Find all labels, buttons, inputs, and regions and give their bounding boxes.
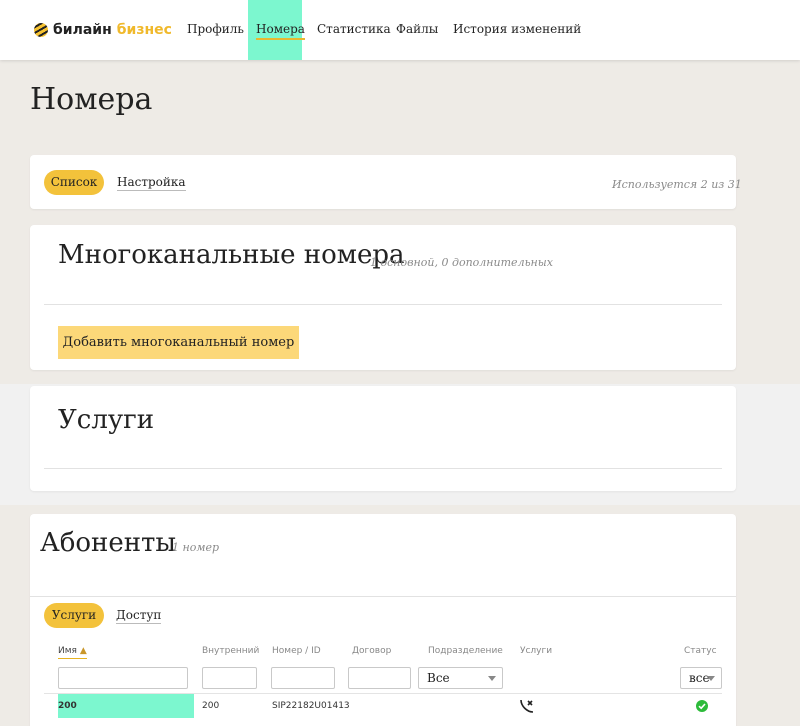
column-header-internal[interactable]: Внутренний (202, 646, 259, 656)
multichannel-title: Многоканальные номера (58, 240, 405, 270)
row-internal: 200 (202, 701, 220, 711)
status-active-icon (696, 697, 708, 716)
column-header-number-id[interactable]: Номер / ID (272, 646, 321, 656)
tab-access[interactable]: Доступ (116, 608, 162, 624)
nav-files[interactable]: Файлы (396, 0, 438, 60)
column-header-division[interactable]: Подразделение (428, 646, 503, 656)
usage-counter: Используется 2 из 31 (612, 178, 742, 191)
column-header-contract[interactable]: Договор (352, 646, 391, 656)
subscribers-subtitle: 1 номер (172, 541, 220, 554)
row-name-highlight (58, 694, 194, 718)
call-forwarding-icon[interactable] (519, 698, 535, 718)
name-filter-input[interactable] (58, 667, 188, 689)
column-header-name[interactable]: Имя ▲ (58, 646, 87, 659)
row-name-link[interactable]: 200 (58, 701, 77, 711)
subscribers-title: Абоненты (40, 528, 177, 558)
top-navigation-bar: билайн бизнес Профиль Номера Статистика … (0, 0, 800, 60)
division-filter-select[interactable]: Все (418, 667, 503, 689)
logo-text-beeline: билайн (53, 22, 112, 38)
services-card (30, 386, 736, 491)
row-number-id: SIP22182U01413 (272, 701, 350, 711)
number-filter-input[interactable] (271, 667, 335, 689)
beeline-ball-icon (34, 23, 48, 37)
column-header-services: Услуги (520, 646, 553, 656)
nav-profile[interactable]: Профиль (187, 0, 244, 60)
column-header-status[interactable]: Статус (684, 646, 717, 656)
status-filter-select[interactable]: все (680, 667, 722, 689)
tab-settings[interactable]: Настройка (117, 175, 186, 191)
beeline-business-logo[interactable]: билайн бизнес (34, 20, 172, 40)
page-title: Номера (30, 82, 153, 117)
chevron-down-icon (707, 676, 715, 681)
services-title: Услуги (58, 405, 155, 435)
sort-up-icon: ▲ (79, 646, 87, 656)
division-selected-value: Все (427, 671, 450, 685)
nav-numbers[interactable]: Номера (248, 0, 305, 60)
nav-statistics[interactable]: Статистика (317, 0, 391, 60)
divider (44, 304, 722, 305)
chevron-down-icon (488, 676, 496, 681)
tab-list[interactable]: Список (44, 170, 104, 195)
logo-text-business: бизнес (116, 22, 172, 38)
multichannel-subtitle: 1 основной, 0 дополнительных (370, 256, 553, 269)
tab-services[interactable]: Услуги (44, 603, 104, 628)
add-multichannel-number-button[interactable]: Добавить многоканальный номер (58, 326, 299, 359)
contract-filter-input[interactable] (348, 667, 411, 689)
divider (30, 596, 736, 597)
internal-filter-input[interactable] (202, 667, 257, 689)
nav-change-history[interactable]: История изменений (453, 0, 581, 60)
divider (44, 468, 722, 469)
